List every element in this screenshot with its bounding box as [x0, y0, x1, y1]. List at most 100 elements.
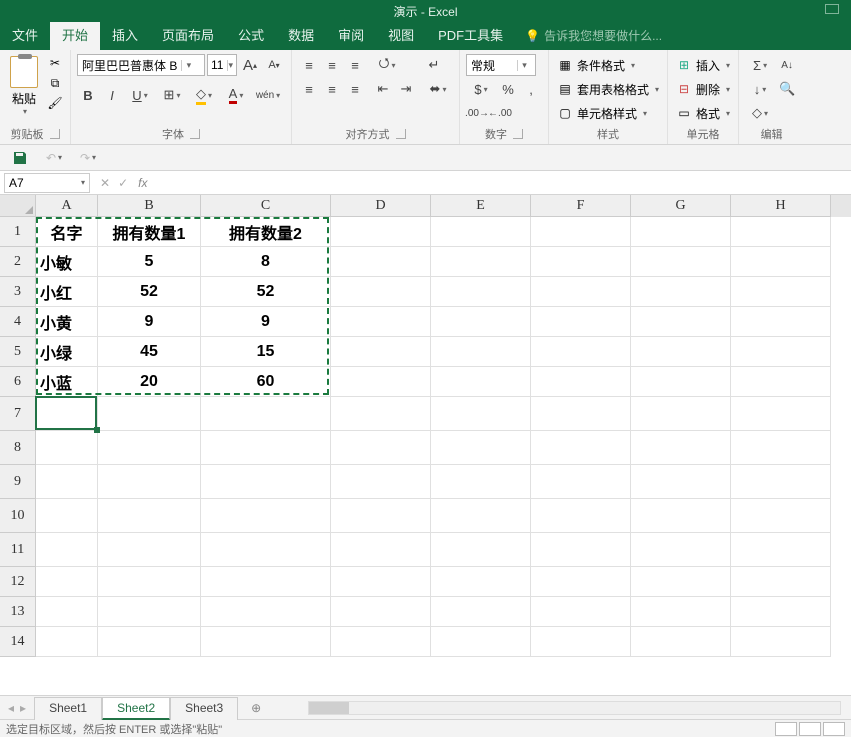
cell-F10[interactable]: [531, 499, 631, 533]
cell-H10[interactable]: [731, 499, 831, 533]
cell-A14[interactable]: [36, 627, 98, 657]
cell-C4[interactable]: 9: [201, 307, 331, 337]
format-cells-button[interactable]: ▭格式▾: [674, 102, 732, 124]
row-header-3[interactable]: 3: [0, 277, 36, 307]
cell-D7[interactable]: [331, 397, 431, 431]
align-top-button[interactable]: ≡: [298, 54, 320, 76]
cell-D13[interactable]: [331, 597, 431, 627]
cell-G14[interactable]: [631, 627, 731, 657]
ribbon-display-options-icon[interactable]: [825, 4, 839, 14]
tab-insert[interactable]: 插入: [100, 19, 150, 50]
cell-A9[interactable]: [36, 465, 98, 499]
row-header-6[interactable]: 6: [0, 367, 36, 397]
cell-G9[interactable]: [631, 465, 731, 499]
enter-formula-button[interactable]: ✓: [118, 176, 128, 190]
cell-A7[interactable]: [36, 397, 98, 431]
bold-button[interactable]: B: [77, 84, 99, 106]
alignment-dialog-launcher[interactable]: [396, 129, 406, 139]
cell-E8[interactable]: [431, 431, 531, 465]
cell-E12[interactable]: [431, 567, 531, 597]
cell-D10[interactable]: [331, 499, 431, 533]
cell-F4[interactable]: [531, 307, 631, 337]
cell-F3[interactable]: [531, 277, 631, 307]
cell-D2[interactable]: [331, 247, 431, 277]
row-header-8[interactable]: 8: [0, 431, 36, 465]
cell-C2[interactable]: 8: [201, 247, 331, 277]
cell-H11[interactable]: [731, 533, 831, 567]
cut-button[interactable]: ✂: [46, 54, 64, 72]
sort-filter-button[interactable]: A↓: [776, 54, 798, 76]
cell-F14[interactable]: [531, 627, 631, 657]
cell-A11[interactable]: [36, 533, 98, 567]
sheet-tab-sheet2[interactable]: Sheet2: [102, 697, 170, 720]
phonetic-button[interactable]: wén▾: [253, 84, 283, 106]
cell-H3[interactable]: [731, 277, 831, 307]
tab-home[interactable]: 开始: [50, 19, 100, 50]
cell-B6[interactable]: 20: [98, 367, 201, 397]
fill-color-button[interactable]: ◇▾: [189, 84, 219, 106]
new-sheet-button[interactable]: ⊕: [244, 698, 268, 718]
row-header-14[interactable]: 14: [0, 627, 36, 657]
cell-E4[interactable]: [431, 307, 531, 337]
cell-E11[interactable]: [431, 533, 531, 567]
cell-C3[interactable]: 52: [201, 277, 331, 307]
cell-D12[interactable]: [331, 567, 431, 597]
cell-D1[interactable]: [331, 217, 431, 247]
cell-styles-button[interactable]: ▢单元格样式▾: [555, 102, 661, 124]
cell-A13[interactable]: [36, 597, 98, 627]
cell-F2[interactable]: [531, 247, 631, 277]
cell-E14[interactable]: [431, 627, 531, 657]
align-middle-button[interactable]: ≡: [321, 54, 343, 76]
cell-G4[interactable]: [631, 307, 731, 337]
cell-E10[interactable]: [431, 499, 531, 533]
align-center-button[interactable]: ≡: [321, 78, 343, 100]
find-button[interactable]: 🔍: [776, 78, 798, 100]
page-layout-view-button[interactable]: [799, 722, 821, 736]
cell-A6[interactable]: 小蓝: [36, 367, 98, 397]
cell-C9[interactable]: [201, 465, 331, 499]
number-dialog-launcher[interactable]: [513, 129, 523, 139]
cell-G13[interactable]: [631, 597, 731, 627]
cell-D9[interactable]: [331, 465, 431, 499]
cell-A5[interactable]: 小绿: [36, 337, 98, 367]
cell-G8[interactable]: [631, 431, 731, 465]
cell-A1[interactable]: 名字: [36, 217, 98, 247]
cell-C7[interactable]: [201, 397, 331, 431]
decrease-font-button[interactable]: A▾: [263, 54, 285, 76]
tab-page-layout[interactable]: 页面布局: [150, 19, 226, 50]
cell-B7[interactable]: [98, 397, 201, 431]
format-painter-button[interactable]: 🖌: [46, 94, 64, 112]
cell-B3[interactable]: 52: [98, 277, 201, 307]
cell-H8[interactable]: [731, 431, 831, 465]
cell-A2[interactable]: 小敏: [36, 247, 98, 277]
cell-G12[interactable]: [631, 567, 731, 597]
cell-B11[interactable]: [98, 533, 201, 567]
horizontal-scrollbar[interactable]: [308, 701, 841, 715]
orientation-button[interactable]: ⭯▾: [372, 54, 402, 76]
cell-A8[interactable]: [36, 431, 98, 465]
tab-view[interactable]: 视图: [376, 19, 426, 50]
font-color-button[interactable]: A▾: [221, 84, 251, 106]
increase-decimal-button[interactable]: .00→: [466, 102, 488, 124]
cell-C14[interactable]: [201, 627, 331, 657]
delete-cells-button[interactable]: ⊟删除▾: [674, 78, 732, 100]
cancel-formula-button[interactable]: ✕: [100, 176, 110, 190]
cell-D5[interactable]: [331, 337, 431, 367]
cell-G3[interactable]: [631, 277, 731, 307]
decrease-indent-button[interactable]: ⇤: [372, 78, 394, 100]
cell-A10[interactable]: [36, 499, 98, 533]
cell-H9[interactable]: [731, 465, 831, 499]
cell-C5[interactable]: 15: [201, 337, 331, 367]
cell-F13[interactable]: [531, 597, 631, 627]
cell-A3[interactable]: 小红: [36, 277, 98, 307]
cell-B5[interactable]: 45: [98, 337, 201, 367]
cell-C8[interactable]: [201, 431, 331, 465]
percent-button[interactable]: %: [497, 78, 519, 100]
clipboard-dialog-launcher[interactable]: [50, 129, 60, 139]
cell-B14[interactable]: [98, 627, 201, 657]
tab-data[interactable]: 数据: [276, 19, 326, 50]
merge-button[interactable]: ⬌▾: [423, 78, 453, 100]
cell-G6[interactable]: [631, 367, 731, 397]
row-header-13[interactable]: 13: [0, 597, 36, 627]
cell-G5[interactable]: [631, 337, 731, 367]
